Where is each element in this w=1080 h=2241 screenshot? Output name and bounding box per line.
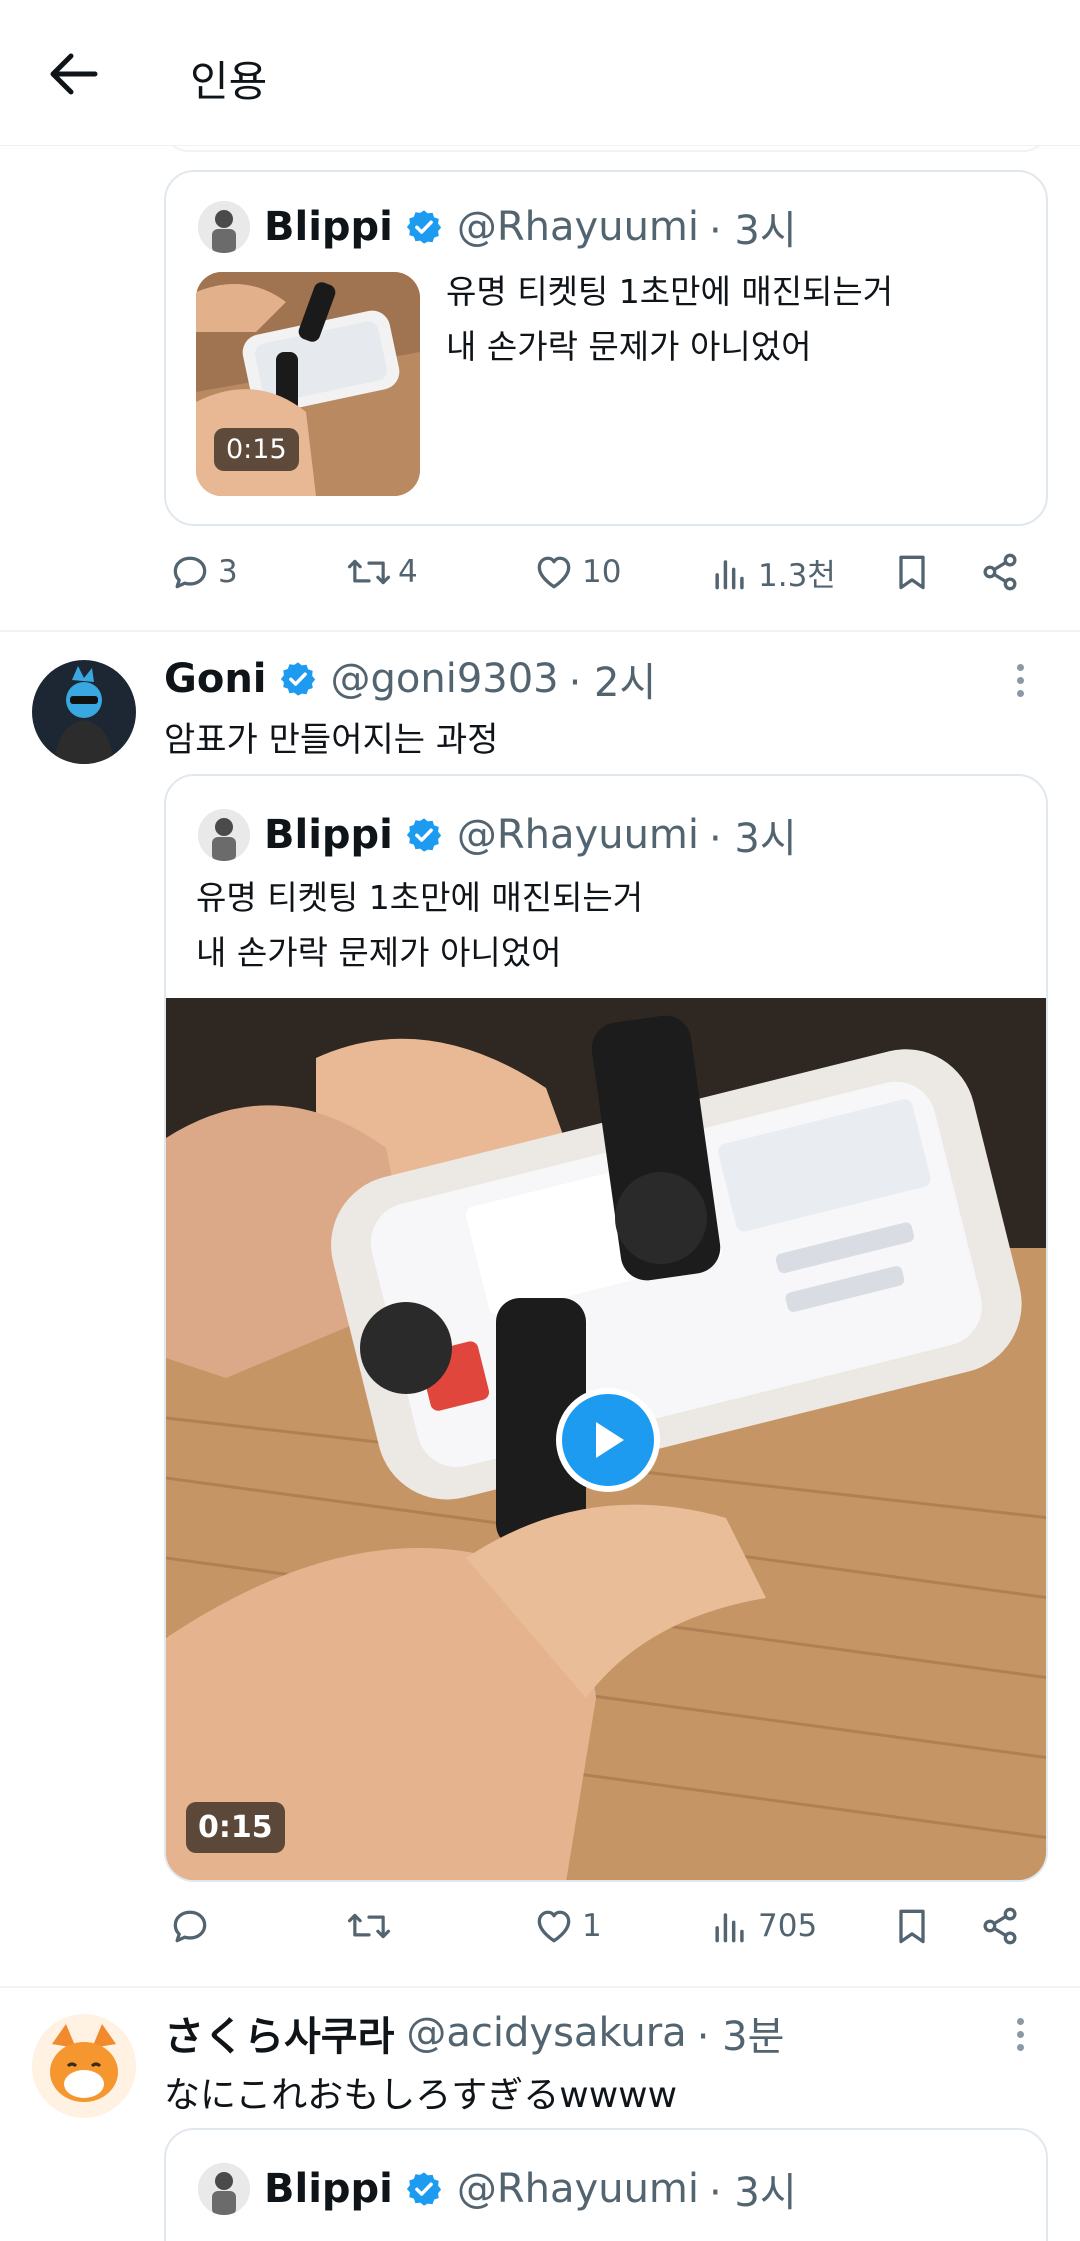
- share-icon: [983, 553, 1017, 591]
- views-button[interactable]: 1.3천: [708, 550, 836, 595]
- share-icon: [983, 1907, 1017, 1945]
- like-icon: [537, 1910, 571, 1943]
- bookmark-button[interactable]: [890, 1904, 940, 1948]
- reply-icon: [173, 556, 207, 589]
- tweet-actions: 3 4 10 1.3천: [164, 550, 1048, 610]
- reply-button[interactable]: [168, 1904, 218, 1948]
- quoted-tweet-card[interactable]: Blippi @Rhayuumi · 3시 0:15 유명 티켓팅 1초만에 매…: [164, 170, 1048, 526]
- like-button[interactable]: 10: [532, 550, 621, 594]
- back-arrow-icon[interactable]: [46, 46, 102, 102]
- bookmark-button[interactable]: [890, 550, 940, 594]
- quoted-timestamp: · 3시: [709, 208, 797, 254]
- verified-badge-icon: [406, 2172, 441, 2206]
- quoted-author-handle: @Rhayuumi: [456, 2166, 699, 2212]
- quoted-author-handle: @Rhayuumi: [456, 204, 699, 250]
- quoted-timestamp: · 3시: [709, 2170, 797, 2216]
- tweet-text: なにこれおもしろすぎるwwww: [164, 2075, 678, 2116]
- quoted-author-name: Blippi: [264, 204, 393, 250]
- quoted-tweet-header: Blippi @Rhayuumi · 3시: [198, 2160, 797, 2218]
- tweet-divider: [0, 1986, 1080, 1988]
- reply-count: 3: [218, 554, 238, 590]
- tweet-divider: [0, 630, 1080, 632]
- view-count: 705: [758, 1908, 818, 1944]
- retweet-count: 4: [398, 554, 418, 590]
- author-name[interactable]: Goni: [164, 656, 267, 702]
- verified-badge-icon: [406, 210, 441, 244]
- quoted-tweet-text: 유명 티켓팅 1초만에 매진되는거 내 손가락 문제가 아니었어: [446, 272, 894, 366]
- like-icon: [537, 556, 571, 589]
- like-button[interactable]: 1: [532, 1904, 602, 1948]
- quoted-tweet-text: 유명 티켓팅 1초만에 매진되는거 내 손가락 문제가 아니었어: [196, 878, 644, 972]
- video-duration: 0:15: [214, 428, 299, 471]
- verified-badge-icon: [280, 662, 315, 696]
- video-player[interactable]: 0:15: [166, 998, 1046, 1880]
- tweet-actions: 1 705: [164, 1904, 1048, 1964]
- share-button[interactable]: [978, 550, 1028, 594]
- like-count: 1: [582, 1908, 602, 1944]
- avatar[interactable]: [32, 660, 136, 764]
- retweet-button[interactable]: 4: [346, 550, 418, 594]
- view-count: 1.3천: [758, 558, 836, 594]
- reply-button[interactable]: 3: [168, 550, 238, 594]
- tweet-header: さくら사쿠라 @acidysakura · 3분: [164, 2004, 784, 2062]
- play-icon: [596, 1422, 624, 1458]
- quoted-tweet-card[interactable]: Blippi @Rhayuumi · 3시 유명 티켓팅 1초만에 매진되는거 …: [164, 774, 1048, 1882]
- views-button[interactable]: 705: [708, 1904, 817, 1948]
- views-icon: [715, 1913, 744, 1943]
- timestamp: · 2시: [568, 660, 657, 706]
- tweet-text: 암표가 만들어지는 과정: [164, 720, 499, 760]
- quoted-tweet-header: Blippi @Rhayuumi · 3시: [198, 806, 797, 864]
- avatar: [198, 809, 250, 861]
- page-title: 인용: [190, 57, 268, 106]
- video-thumbnail[interactable]: 0:15: [196, 272, 420, 496]
- quoted-author-name: Blippi: [264, 812, 393, 858]
- author-name[interactable]: さくら사쿠라: [164, 2004, 394, 2062]
- avatar[interactable]: [32, 2014, 136, 2118]
- bookmark-icon: [899, 1909, 925, 1944]
- top-bar: 인용: [0, 0, 1080, 146]
- timestamp: · 3분: [696, 2014, 785, 2060]
- retweet-button[interactable]: [346, 1904, 398, 1948]
- more-icon[interactable]: [1000, 2014, 1040, 2054]
- play-button[interactable]: [556, 1388, 660, 1492]
- share-button[interactable]: [978, 1904, 1028, 1948]
- bookmark-icon: [899, 555, 925, 590]
- reply-icon: [173, 1910, 207, 1943]
- tweet-header: Goni @goni9303 · 2시: [164, 650, 656, 708]
- avatar: [198, 2163, 250, 2215]
- avatar: [198, 201, 250, 253]
- views-icon: [715, 559, 744, 589]
- quoted-author-name: Blippi: [264, 2166, 393, 2212]
- retweet-icon: [347, 559, 391, 585]
- quoted-author-handle: @Rhayuumi: [456, 812, 699, 858]
- retweet-icon: [347, 1913, 391, 1939]
- author-handle[interactable]: @acidysakura: [406, 2010, 686, 2056]
- video-duration: 0:15: [186, 1802, 285, 1853]
- more-icon[interactable]: [1000, 660, 1040, 700]
- like-count: 10: [582, 554, 622, 590]
- author-handle[interactable]: @goni9303: [331, 656, 559, 702]
- verified-badge-icon: [406, 818, 441, 852]
- quoted-timestamp: · 3시: [709, 816, 797, 862]
- quoted-tweet-header: Blippi @Rhayuumi · 3시: [198, 198, 797, 256]
- quoted-tweet-card[interactable]: Blippi @Rhayuumi · 3시: [164, 2128, 1048, 2241]
